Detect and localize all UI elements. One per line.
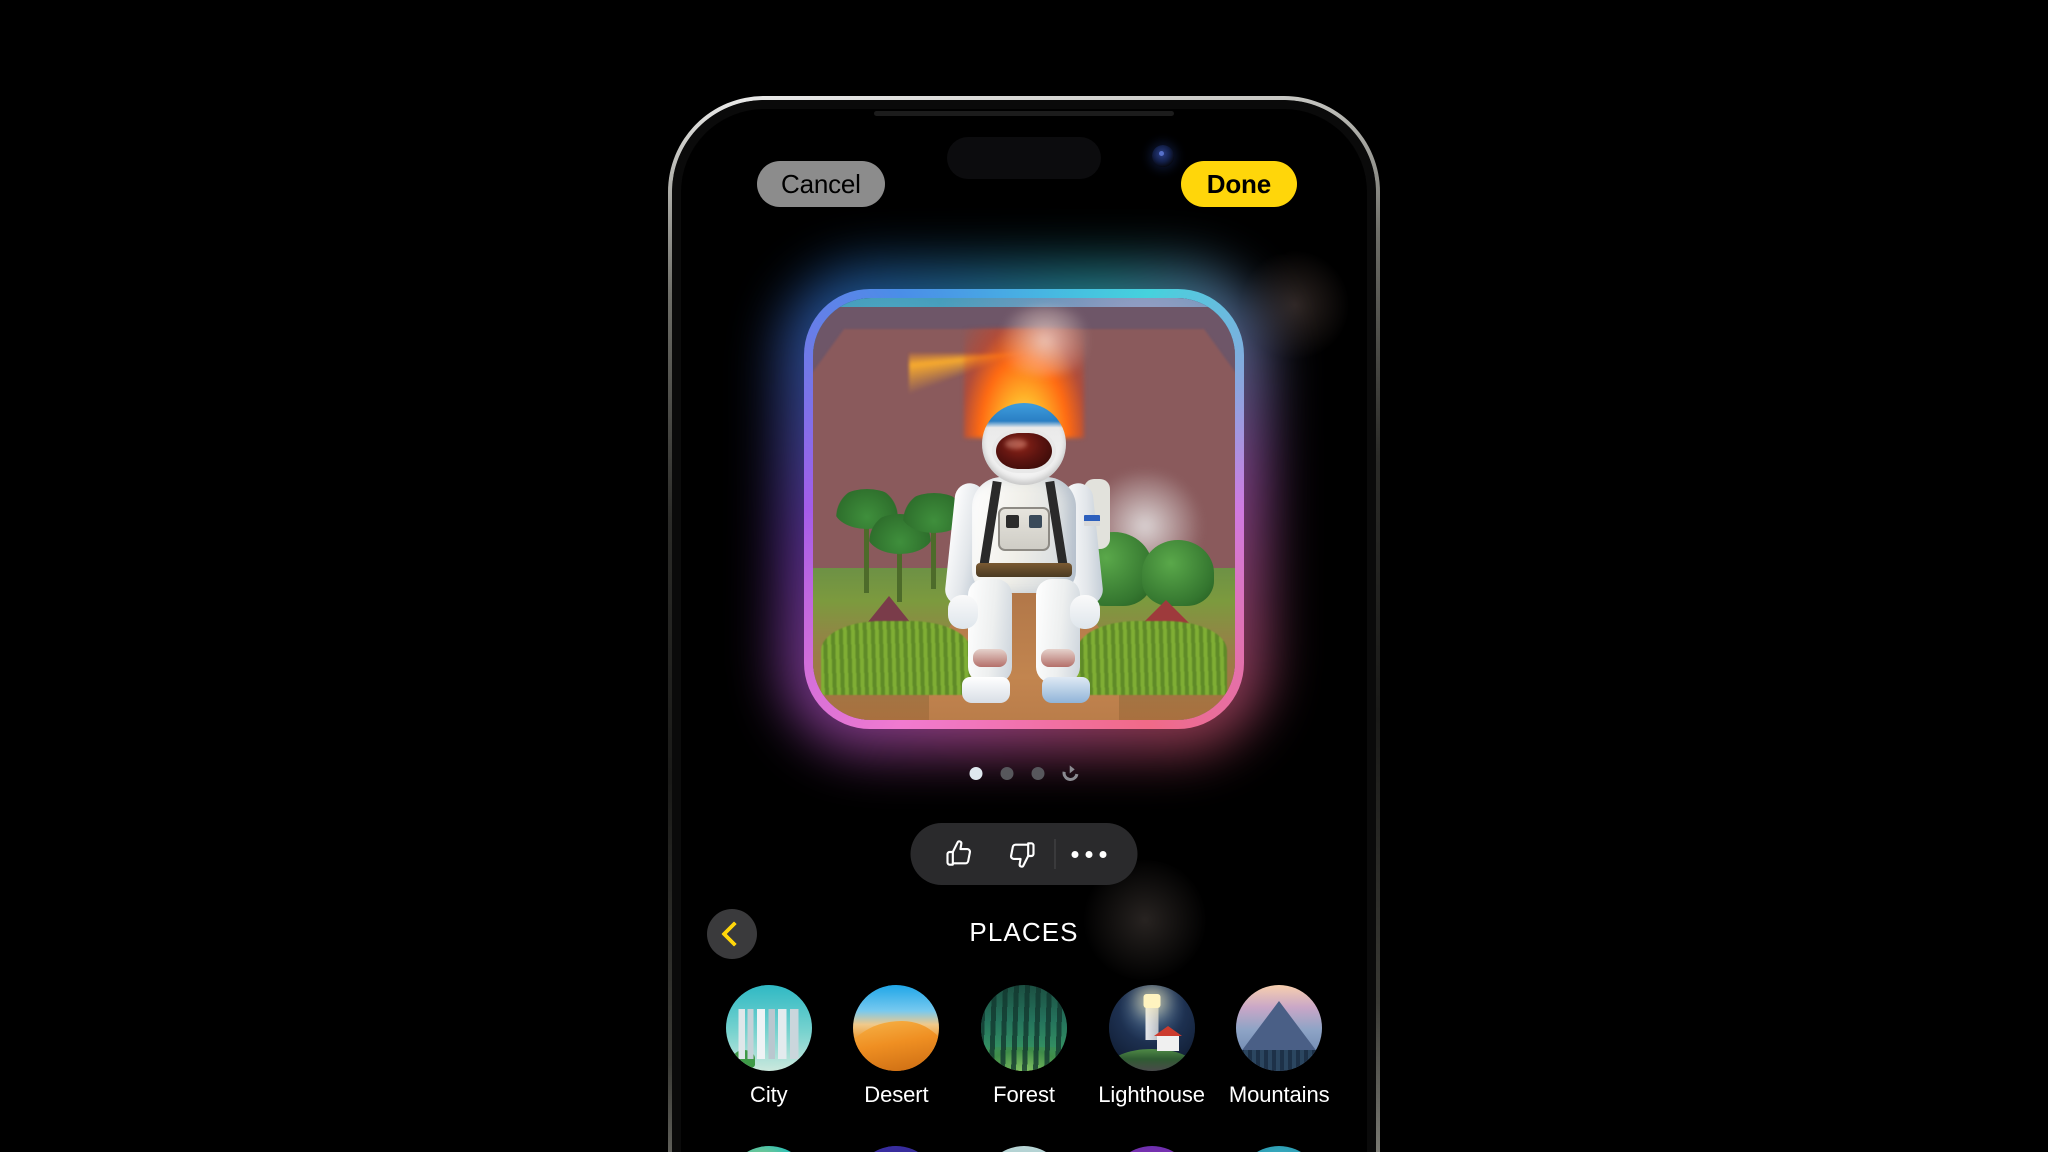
astronaut-knee-left xyxy=(973,649,1007,668)
thumbnail-row2-2[interactable] xyxy=(833,1146,961,1152)
thumbs-down-button[interactable] xyxy=(991,823,1053,885)
thumbs-up-icon xyxy=(946,840,971,866)
astronaut-glove-left xyxy=(948,595,978,630)
astronaut-boot-right xyxy=(1042,677,1090,704)
phone-screen: Cancel Done PLACES City Desert Forest Li… xyxy=(681,109,1367,1152)
phone-device-frame: Cancel Done PLACES City Desert Forest Li… xyxy=(668,96,1380,1152)
thumbnail-row2-5-image[interactable] xyxy=(1236,1146,1323,1152)
thumbnail-desert[interactable]: Desert xyxy=(833,985,961,1108)
astronaut-visor xyxy=(992,429,1056,474)
earpiece-speaker xyxy=(874,111,1174,116)
hero-image-container[interactable] xyxy=(780,265,1268,753)
thumbs-up-button[interactable] xyxy=(929,823,991,885)
astronaut-boot-left xyxy=(962,677,1010,704)
astronaut-glove-right xyxy=(1070,595,1100,630)
back-button[interactable] xyxy=(707,909,757,959)
thumbnail-row2-5[interactable] xyxy=(1215,1146,1343,1152)
thumbnail-row2-3[interactable] xyxy=(960,1146,1088,1152)
thumbnail-row2-1-image[interactable] xyxy=(725,1146,812,1152)
tree-clump-far-right xyxy=(1142,540,1215,607)
astronaut-knee-right xyxy=(1041,649,1075,668)
thumbnail-mountains-label: Mountains xyxy=(1228,1082,1330,1107)
astronaut-figure xyxy=(934,403,1114,704)
page-dot-1[interactable] xyxy=(969,766,983,780)
category-header: PLACES xyxy=(681,909,1367,963)
page-indicator[interactable] xyxy=(969,761,1082,785)
thumbnail-row2-4-image[interactable] xyxy=(1108,1146,1195,1152)
thumbnail-forest-label: Forest xyxy=(993,1082,1055,1107)
astronaut-leg-left xyxy=(968,579,1012,684)
done-button-label: Done xyxy=(1206,168,1271,199)
screenshot-root: Cancel Done PLACES City Desert Forest Li… xyxy=(0,0,2048,1152)
thumbnail-mountains[interactable]: Mountains xyxy=(1215,985,1343,1108)
generated-image[interactable] xyxy=(813,298,1235,720)
thumbnail-city-image[interactable] xyxy=(725,985,812,1071)
astronaut-leg-right xyxy=(1036,579,1080,684)
thumbs-down-icon xyxy=(1010,842,1035,868)
thumbnail-forest[interactable]: Forest xyxy=(960,985,1088,1108)
cancel-button[interactable]: Cancel xyxy=(757,161,885,207)
astronaut-chest-panel xyxy=(998,507,1050,552)
thumbnail-lighthouse-label: Lighthouse xyxy=(1098,1082,1205,1107)
thumbnail-city[interactable]: City xyxy=(705,985,833,1108)
thumbnail-row2-3-image[interactable] xyxy=(980,1146,1067,1152)
thumbnail-row2-2-image[interactable] xyxy=(853,1146,940,1152)
volume-up-button[interactable] xyxy=(672,430,674,534)
palm-tree-2 xyxy=(867,513,934,602)
page-dot-2[interactable] xyxy=(1000,766,1014,780)
category-thumbnail-grid: City Desert Forest Lighthouse Mountains xyxy=(705,985,1343,1152)
refresh-icon[interactable] xyxy=(1059,761,1082,785)
done-button[interactable]: Done xyxy=(1180,161,1297,207)
thumbnail-row2-4[interactable] xyxy=(1088,1146,1216,1152)
chevron-left-icon xyxy=(721,921,747,947)
thumbnail-lighthouse-image[interactable] xyxy=(1108,985,1195,1071)
thumbnail-row2-1[interactable] xyxy=(705,1146,833,1152)
thumbnail-lighthouse[interactable]: Lighthouse xyxy=(1088,985,1216,1108)
page-dot-3[interactable] xyxy=(1031,766,1045,780)
astronaut-flag-patch xyxy=(1084,515,1100,527)
more-options-button[interactable] xyxy=(1058,823,1120,885)
mute-switch[interactable] xyxy=(672,315,674,369)
astronaut-belt xyxy=(976,563,1072,578)
thumbnail-desert-label: Desert xyxy=(864,1082,929,1107)
cancel-button-label: Cancel xyxy=(781,168,861,199)
thumbnail-mountains-image[interactable] xyxy=(1236,985,1323,1071)
feedback-toolbar xyxy=(910,823,1138,885)
power-button[interactable] xyxy=(1374,492,1376,664)
thumbnail-city-label: City xyxy=(750,1082,788,1107)
volume-down-button[interactable] xyxy=(672,562,674,666)
category-title: PLACES xyxy=(969,917,1079,947)
toolbar-divider xyxy=(1054,839,1056,869)
thumbnail-desert-image[interactable] xyxy=(853,985,940,1071)
top-action-bar: Cancel Done xyxy=(681,161,1367,217)
ellipsis-icon xyxy=(1071,850,1106,858)
palm-tree-1 xyxy=(833,489,900,594)
thumbnail-forest-image[interactable] xyxy=(980,985,1067,1071)
